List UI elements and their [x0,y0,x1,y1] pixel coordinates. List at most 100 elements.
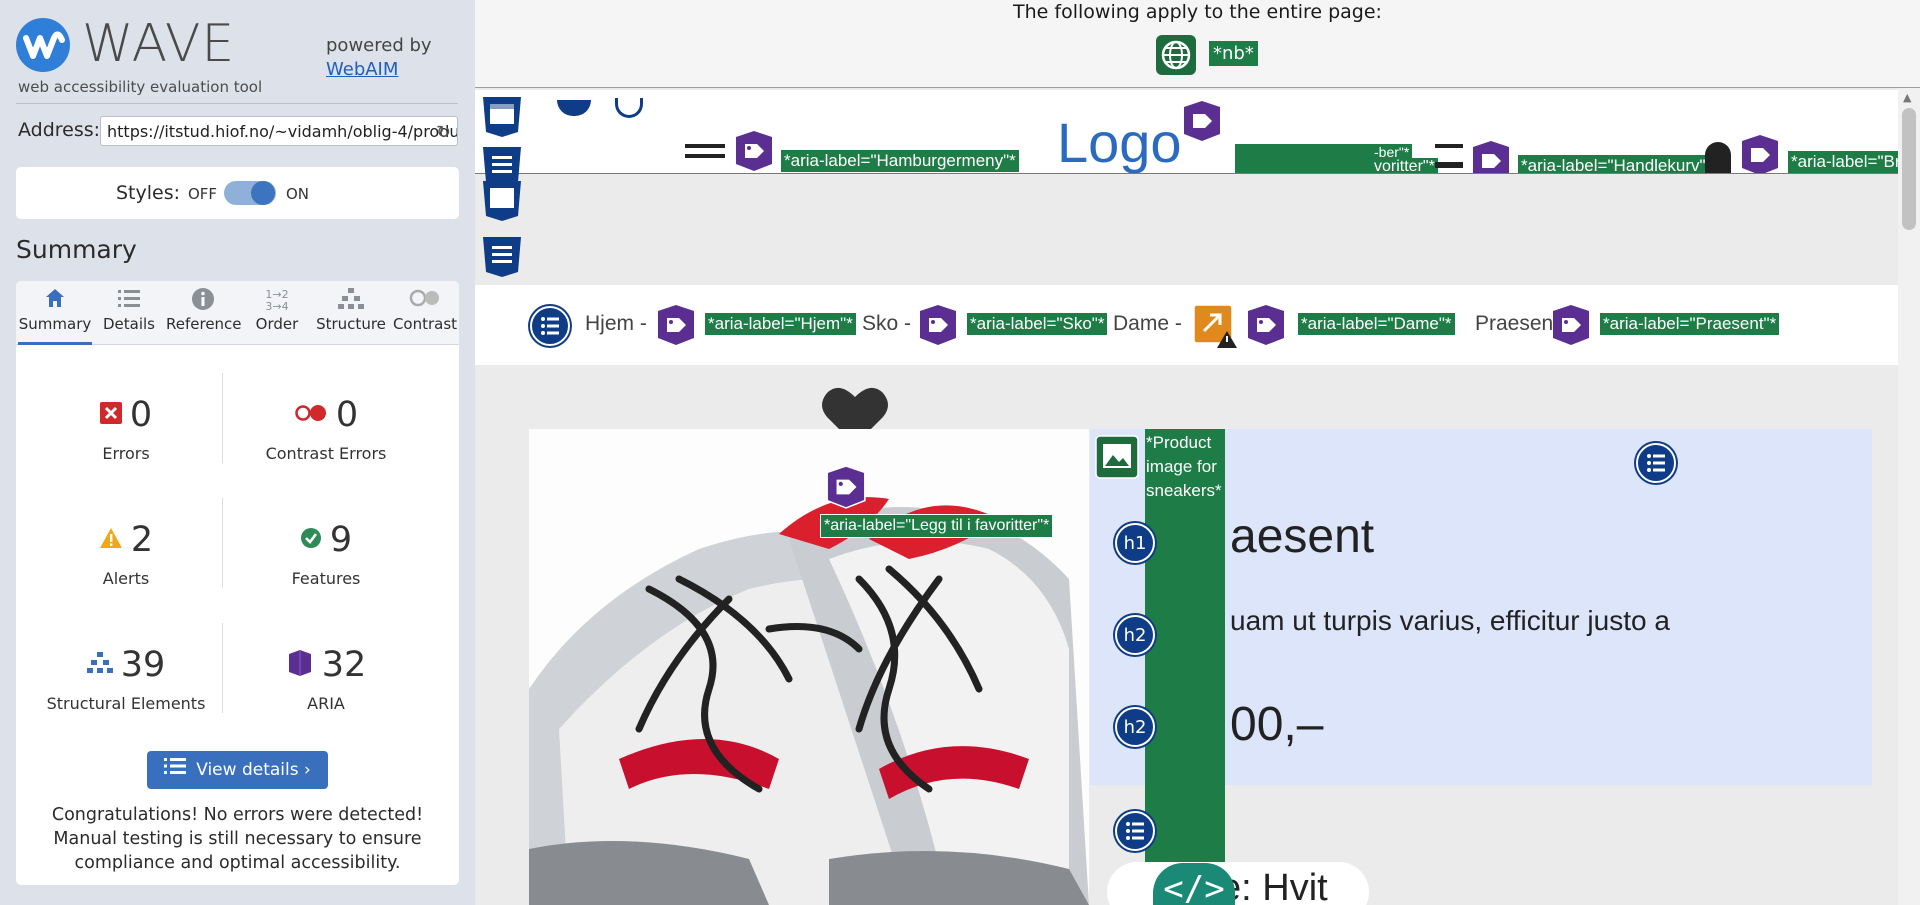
structure-icon [86,651,113,679]
home-icon [18,287,92,315]
contrast-errors-count: 0 [335,395,359,435]
aria-label-tag: *aria-label="Handlekurv"* [1518,155,1716,173]
cart-icon[interactable] [1435,144,1463,168]
aria-tag-icon [1184,101,1220,141]
site-logo[interactable]: Logo [1057,110,1182,173]
stat-contrast-errors[interactable]: 0 Contrast Errors [226,371,426,481]
address-bar: Address: https://itstud.hiof.no/~vidamh/… [18,116,458,148]
redundant-link-alert-icon[interactable] [1192,303,1238,349]
address-value: https://itstud.hiof.no/~vidamh/oblig-4/p… [107,122,458,141]
header-icon [615,98,643,118]
congrats-message: Congratulations! No errors were detected… [51,805,424,873]
wave-logo: WAVE web accessibility evaluation tool p… [16,14,466,102]
tab-label: Summary [18,315,92,333]
powered-by: powered by WebAIM [326,34,432,82]
hamburger-icon [685,154,725,158]
aria-label-tag: *aria-label="Hamburgermeny"* [781,150,1019,172]
h2-heading-icon[interactable]: h2 [1115,707,1155,747]
wave-subtitle: web accessibility evaluation tool [18,78,263,96]
styles-toggle[interactable] [224,181,276,205]
h1-heading-icon[interactable]: h1 [1115,523,1155,563]
list-region-icon[interactable] [1636,443,1676,483]
color-label: e: Hvit [1220,867,1328,905]
panel-tabs: Summary Details Reference 1→23→4 Order [16,281,459,345]
stat-structural[interactable]: 39 Structural Elements [26,621,226,731]
aria-count: 32 [321,645,367,685]
code-icon[interactable]: </> [1153,863,1235,905]
address-input[interactable]: https://itstud.hiof.no/~vidamh/oblig-4/p… [100,116,458,146]
tab-order[interactable]: 1→2 3→4 Order [240,281,314,345]
aria-label-tag: *aria-label="Sko"* [967,313,1108,335]
h2-heading-icon[interactable]: h2 [1115,615,1155,655]
summary-heading: Summary [16,235,137,264]
aria-label-tag: *aria-label="Hjem"* [705,313,856,335]
tab-details[interactable]: Details [92,281,166,345]
list-region-icon[interactable] [530,306,570,346]
view-details-label: View details › [196,760,311,780]
alert-icon [99,527,123,553]
aria-label-tag: *aria-label="Legg til i favoritter"* [820,514,1054,538]
structural-label: Structural Elements [46,694,206,713]
navigation-region-icon[interactable] [480,234,524,278]
tab-reference[interactable]: Reference [166,281,242,345]
contrast-icon [388,287,462,315]
divider [16,103,458,104]
aria-label: ARIA [307,694,345,713]
page-scrollbar[interactable]: ▲ [1898,88,1920,905]
stat-features[interactable]: 9 Features [226,496,426,606]
breadcrumb-link-dame[interactable]: Dame - [1113,312,1182,336]
address-label: Address: [18,119,101,141]
breadcrumb-link-hjem[interactable]: Hjem - [585,312,647,336]
wave-sidebar: WAVE web accessibility evaluation tool p… [0,0,475,905]
tab-contrast[interactable]: Contrast [388,281,462,345]
aria-tag-icon [1248,305,1284,345]
info-icon [166,287,240,315]
powered-by-label: powered by [326,35,432,56]
webaim-link[interactable]: WebAIM [326,59,398,80]
tab-label: Details [102,315,155,333]
sneaker-image [529,429,1089,905]
favorite-button-block [1235,144,1371,173]
header-region-icon[interactable] [480,94,524,138]
breadcrumb-link-sko[interactable]: Sko - [862,312,911,336]
divider [222,373,223,463]
view-details-button[interactable]: View details › [147,751,328,789]
styles-toggle-box: Styles: OFF ON [16,167,459,219]
header-region-icon[interactable] [480,178,524,222]
aria-icon [286,649,314,681]
user-icon[interactable] [1705,142,1731,173]
image-alt-icon[interactable] [1095,435,1139,479]
globe-icon[interactable] [1156,35,1196,75]
wave-title: WAVE [82,14,236,74]
evaluated-page: The following apply to the entire page: … [475,0,1920,905]
stat-aria[interactable]: 32 ARIA [226,621,426,731]
divider [222,623,223,713]
tab-label: Contrast [392,315,458,333]
tab-summary[interactable]: Summary [18,281,92,345]
product-price: 00,– [1230,698,1324,751]
list-region-icon[interactable] [1115,811,1155,851]
tab-structure[interactable]: Structure [314,281,388,345]
feature-check-icon [300,527,322,553]
styles-on-label: ON [286,185,310,203]
scroll-thumb[interactable] [1902,108,1916,230]
aria-label-tag: voritter"* [1371,158,1438,173]
product-section: *aria-label="Legg til i favoritter"* aes… [475,365,1898,905]
h2-badge-label: h2 [1123,625,1147,646]
aria-label-tag: *aria-label="Praesent"* [1600,313,1780,335]
contrast-errors-label: Contrast Errors [265,444,387,463]
aria-tag-icon [736,131,772,171]
features-count: 9 [329,520,353,560]
aria-tag-icon [1473,141,1509,173]
divider [222,498,223,588]
hamburger-icon[interactable] [685,144,725,148]
header-icon [557,100,591,116]
reload-icon[interactable]: ↻ [436,122,451,143]
stat-errors[interactable]: 0 Errors [26,371,226,481]
breadcrumb-current: Praesent [1475,312,1560,335]
features-label: Features [291,569,361,588]
h1-badge-label: h1 [1123,533,1147,554]
aria-tag-icon [1553,305,1589,345]
scroll-up-icon[interactable]: ▲ [1903,91,1911,104]
stat-alerts[interactable]: 2 Alerts [26,496,226,606]
